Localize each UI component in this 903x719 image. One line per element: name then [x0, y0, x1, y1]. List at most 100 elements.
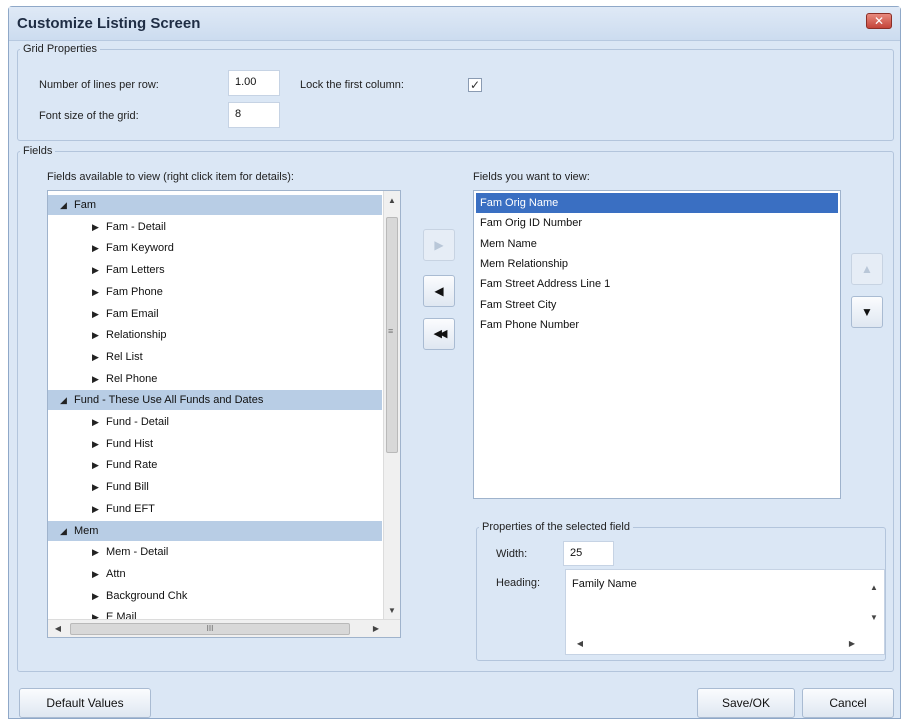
- wanted-field-item[interactable]: Fam Street City: [476, 295, 838, 315]
- available-fields-tree[interactable]: ◢ Fam ▶ Fam - Detail ▶ Fam Keyword ▶ Fam Letter…: [47, 190, 401, 638]
- tree-group-header[interactable]: ◢ Mem: [48, 520, 382, 541]
- remove-all-fields-button[interactable]: ◀◀: [423, 318, 455, 350]
- tree-item[interactable]: ▶ Fam Email: [48, 304, 382, 324]
- collapsed-triangle-icon[interactable]: ▶: [92, 347, 106, 367]
- grip-icon: ≡: [388, 326, 394, 336]
- collapsed-triangle-icon[interactable]: ▶: [92, 304, 106, 324]
- width-input[interactable]: 25: [563, 541, 614, 566]
- wanted-field-item[interactable]: Fam Street Address Line 1: [476, 274, 838, 294]
- scroll-down-icon[interactable]: ▼: [384, 603, 400, 619]
- tree-item-label: Fund Bill: [106, 481, 149, 494]
- move-down-button[interactable]: ▼: [851, 296, 883, 328]
- wanted-field-item[interactable]: Fam Orig ID Number: [476, 213, 838, 233]
- tree-item-label: Rel List: [106, 350, 143, 363]
- tree-item-label: Fam Phone: [106, 285, 163, 298]
- lines-per-row-label: Number of lines per row:: [39, 79, 159, 91]
- tree-item-label: Fund - Detail: [106, 416, 169, 428]
- expanded-triangle-icon[interactable]: ◢: [60, 390, 74, 410]
- scroll-right-icon[interactable]: ▶: [368, 621, 384, 637]
- tree-item-label: Fund Rate: [106, 459, 158, 472]
- save-ok-button[interactable]: Save/OK: [697, 688, 795, 718]
- wanted-field-item[interactable]: Fam Phone Number: [476, 315, 838, 335]
- heading-value: Family Name: [572, 578, 637, 590]
- tree-item[interactable]: ▶ Attn: [48, 564, 382, 584]
- grid-properties-legend: Grid Properties: [23, 43, 97, 55]
- heading-scroll-left-icon[interactable]: ◀: [572, 636, 588, 652]
- tree-item[interactable]: ▶ Fund EFT: [48, 499, 382, 519]
- tree-horizontal-thumb[interactable]: III: [70, 623, 350, 635]
- tree-group-header[interactable]: ◢ Fund - These Use All Funds and Dates: [48, 390, 382, 411]
- lines-per-row-input[interactable]: 1.00: [228, 70, 280, 96]
- arrow-down-icon: ▼: [861, 305, 873, 319]
- collapsed-triangle-icon[interactable]: ▶: [92, 499, 106, 519]
- collapsed-triangle-icon[interactable]: ▶: [92, 325, 106, 345]
- collapsed-triangle-icon[interactable]: ▶: [92, 238, 106, 258]
- tree-vertical-scrollbar[interactable]: ▲ ≡ ▼: [383, 191, 400, 621]
- collapsed-triangle-icon[interactable]: ▶: [92, 542, 106, 562]
- tree-item-label: Mem: [74, 524, 99, 537]
- tree-item-label: Mem - Detail: [106, 546, 169, 559]
- tree-item-label: Fund Hist: [106, 437, 154, 450]
- tree-item[interactable]: ▶ Fam Letters: [48, 260, 382, 280]
- scroll-up-icon[interactable]: ▲: [384, 193, 400, 209]
- tree-item[interactable]: ▶ Fund Bill: [48, 477, 382, 497]
- tree-item[interactable]: ▶ Background Chk: [48, 586, 382, 606]
- default-values-button[interactable]: Default Values: [19, 688, 151, 718]
- collapsed-triangle-icon[interactable]: ▶: [92, 586, 106, 606]
- tree-group-header[interactable]: ◢ Fam: [48, 195, 382, 215]
- tree-item-label: Fam Keyword: [106, 242, 174, 255]
- lock-first-column-checkbox[interactable]: ✓: [468, 78, 482, 92]
- collapsed-triangle-icon[interactable]: ▶: [92, 282, 106, 302]
- heading-scroll-right-icon[interactable]: ▶: [844, 636, 860, 652]
- expanded-triangle-icon[interactable]: ◢: [60, 195, 74, 215]
- tree-item[interactable]: ▶ Fund Hist: [48, 434, 382, 454]
- collapsed-triangle-icon[interactable]: ▶: [92, 455, 106, 475]
- font-size-label: Font size of the grid:: [39, 110, 139, 122]
- scroll-left-icon[interactable]: ◀: [50, 621, 66, 637]
- heading-label: Heading:: [496, 577, 541, 589]
- wanted-fields-list[interactable]: Fam Orig Name Fam Orig ID Number Mem Name M…: [473, 190, 841, 499]
- double-arrow-left-icon: ◀◀: [433, 328, 448, 340]
- cancel-button[interactable]: Cancel: [802, 688, 894, 718]
- tree-item[interactable]: ▶ Fam Phone: [48, 282, 382, 302]
- collapsed-triangle-icon[interactable]: ▶: [92, 434, 106, 454]
- wanted-field-item[interactable]: Fam Orig Name: [476, 193, 838, 213]
- tree-item-label: Attn: [106, 567, 126, 580]
- move-up-button[interactable]: ▲: [851, 253, 883, 285]
- tree-item[interactable]: ▶ Rel List: [48, 347, 382, 367]
- close-icon: ✕: [873, 14, 885, 28]
- arrow-up-icon: ▲: [861, 262, 873, 276]
- tree-item-label: Fund - These Use All Funds and Dates: [74, 394, 264, 407]
- expanded-triangle-icon[interactable]: ◢: [60, 521, 74, 541]
- collapsed-triangle-icon[interactable]: ▶: [92, 477, 106, 497]
- title-bar: Customize Listing Screen ✕: [9, 7, 900, 41]
- width-label: Width:: [496, 548, 528, 560]
- heading-textarea[interactable]: Family Name ▲ ▼ ◀ ▶: [565, 569, 885, 655]
- collapsed-triangle-icon[interactable]: ▶: [92, 564, 106, 584]
- heading-scroll-up-icon[interactable]: ▲: [866, 580, 882, 596]
- tree-vertical-thumb[interactable]: ≡: [386, 217, 398, 453]
- wanted-fields-label: Fields you want to view:: [473, 171, 590, 183]
- tree-item[interactable]: ▶ Relationship: [48, 325, 382, 345]
- collapsed-triangle-icon[interactable]: ▶: [92, 412, 106, 432]
- tree-item[interactable]: ▶ Fund Rate: [48, 455, 382, 475]
- collapsed-triangle-icon[interactable]: ▶: [92, 260, 106, 280]
- tree-item-label: Fam Letters: [106, 264, 165, 277]
- tree-item[interactable]: ▶ Fam - Detail: [48, 217, 382, 237]
- tree-item[interactable]: ▶ Fam Keyword: [48, 238, 382, 258]
- checkmark-icon: ✓: [469, 78, 481, 92]
- wanted-field-item[interactable]: Mem Name: [476, 234, 838, 254]
- collapsed-triangle-icon[interactable]: ▶: [92, 369, 106, 389]
- wanted-field-item[interactable]: Mem Relationship: [476, 254, 838, 274]
- close-button[interactable]: ✕: [866, 13, 892, 29]
- tree-item[interactable]: ▶ Mem - Detail: [48, 542, 382, 562]
- tree-item[interactable]: ▶ Fund - Detail: [48, 412, 382, 432]
- font-size-input[interactable]: 8: [228, 102, 280, 128]
- collapsed-triangle-icon[interactable]: ▶: [92, 217, 106, 237]
- heading-scroll-down-icon[interactable]: ▼: [866, 610, 882, 626]
- tree-item[interactable]: ▶ Rel Phone: [48, 369, 382, 389]
- remove-field-button[interactable]: ◀: [423, 275, 455, 307]
- add-field-button[interactable]: ▶: [423, 229, 455, 261]
- tree-item-label: Fund EFT: [106, 502, 155, 515]
- tree-horizontal-scrollbar[interactable]: ◀ III ▶: [48, 619, 400, 637]
